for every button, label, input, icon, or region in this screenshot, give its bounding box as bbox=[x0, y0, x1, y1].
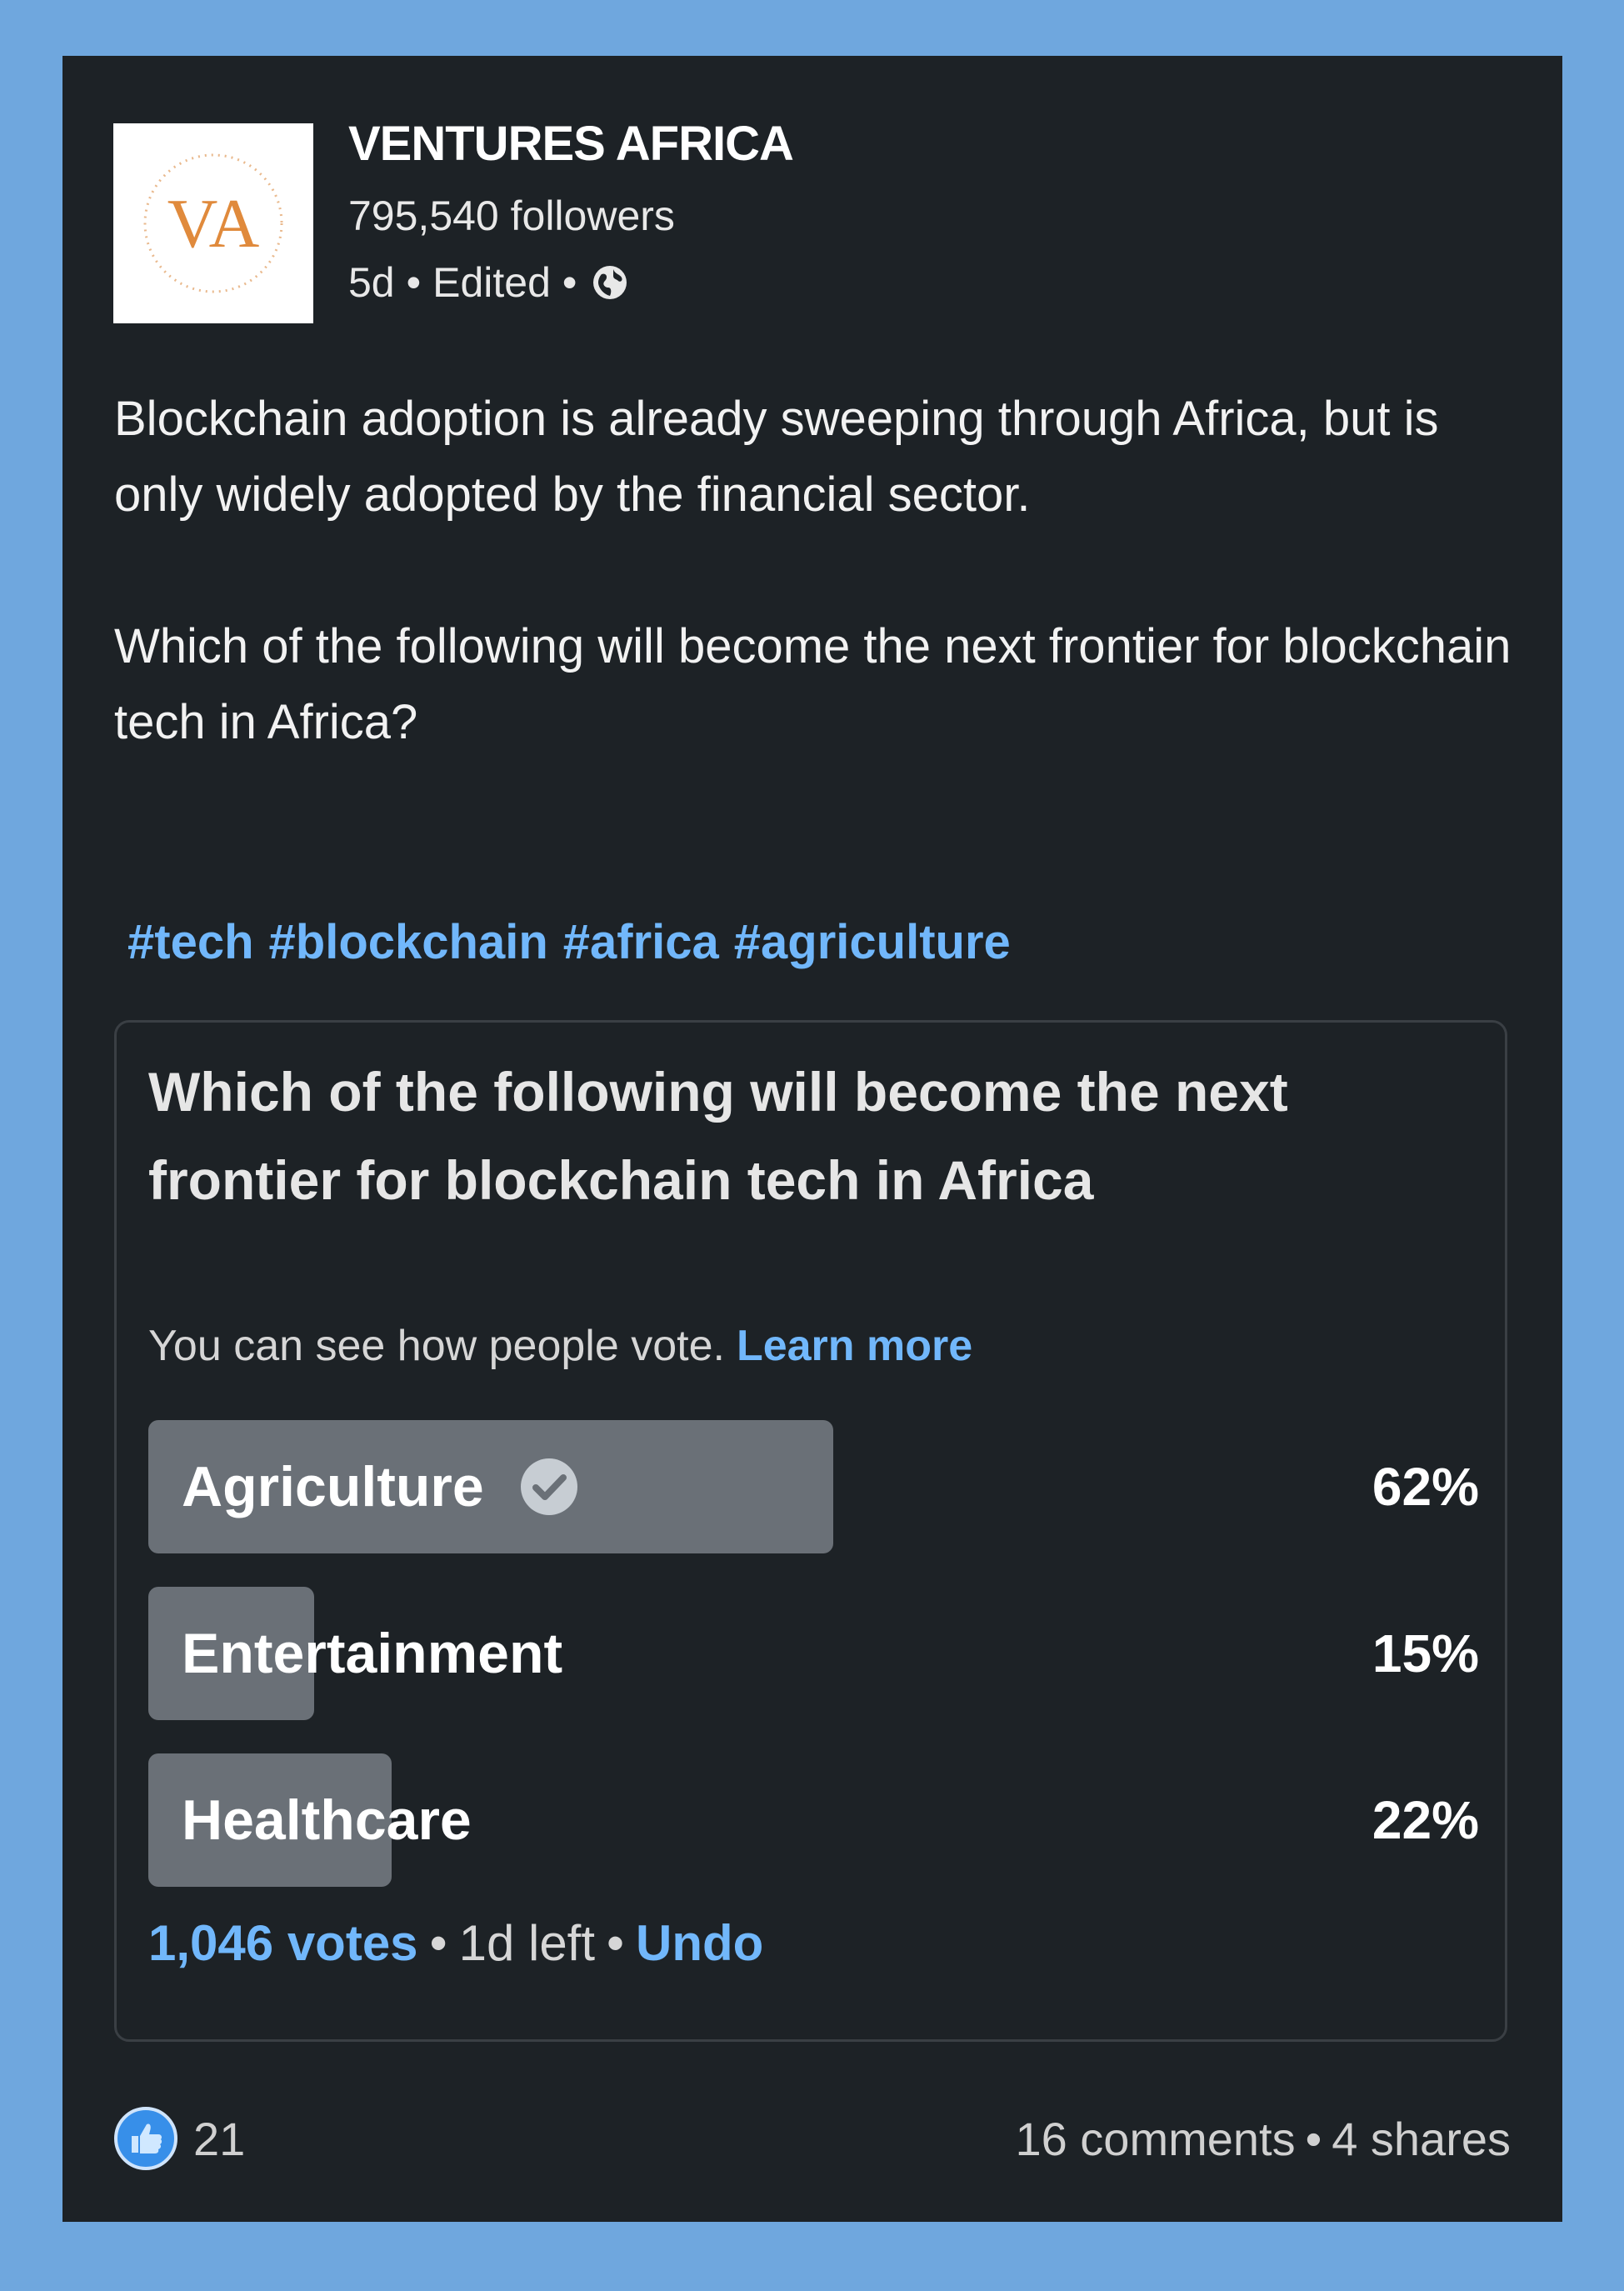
poll-option-label: Entertainment bbox=[182, 1622, 563, 1685]
globe-icon bbox=[593, 266, 627, 299]
poll-option-healthcare[interactable]: Healthcare 22% bbox=[148, 1753, 1479, 1887]
reaction-count: 21 bbox=[193, 2112, 246, 2165]
like-icon bbox=[114, 2107, 177, 2170]
poll-option-agriculture[interactable]: Agriculture 62% bbox=[148, 1420, 1479, 1553]
separator-dot: • bbox=[429, 1915, 447, 1971]
post-body: Blockchain adoption is already sweeping … bbox=[114, 381, 1531, 760]
vote-count-link[interactable]: 1,046 votes bbox=[148, 1915, 418, 1971]
post-paragraph: Blockchain adoption is already sweeping … bbox=[114, 392, 1439, 522]
post-card: VA VENTURES AFRICA 795,540 followers 5d … bbox=[62, 56, 1562, 2222]
poll-question: Which of the following will become the n… bbox=[148, 1061, 1288, 1211]
post-meta: 5d • Edited • bbox=[348, 258, 630, 307]
poll-option-label-wrap: Entertainment bbox=[182, 1587, 562, 1720]
hashtag-link[interactable]: #blockchain bbox=[269, 915, 548, 969]
separator-dot: • bbox=[1305, 2113, 1322, 2165]
reactions-summary[interactable]: 21 bbox=[113, 2106, 245, 2171]
poll-option-entertainment[interactable]: Entertainment 15% bbox=[148, 1587, 1479, 1720]
poll-footer: 1,046 votes • 1d left • Undo bbox=[148, 1914, 763, 1972]
post-age: 5d bbox=[348, 259, 395, 306]
svg-text:VA: VA bbox=[167, 185, 260, 263]
hashtag-link[interactable]: #africa bbox=[563, 915, 719, 969]
hashtag-link[interactable]: #agriculture bbox=[734, 915, 1011, 969]
ventures-africa-logo: VA bbox=[143, 153, 283, 293]
follower-count: 795,540 followers bbox=[348, 193, 675, 239]
shares-link[interactable]: 4 shares bbox=[1332, 2113, 1511, 2165]
hashtag-list: #tech #blockchain #africa #agriculture bbox=[127, 914, 1026, 970]
poll-option-percent: 22% bbox=[1372, 1790, 1479, 1850]
poll-option-label: Healthcare bbox=[182, 1788, 472, 1852]
separator-dot: • bbox=[607, 1915, 625, 1971]
poll-option-label: Agriculture bbox=[182, 1455, 484, 1518]
checkmark-icon bbox=[520, 1458, 577, 1515]
poll-card: Which of the following will become the n… bbox=[114, 1020, 1507, 2042]
post-paragraph: Which of the following will become the n… bbox=[114, 619, 1512, 749]
poll-option-label-wrap: Agriculture bbox=[182, 1420, 579, 1553]
poll-time-left: 1d left bbox=[458, 1915, 596, 1971]
poll-option-percent: 15% bbox=[1372, 1623, 1479, 1683]
poll-note-text: You can see how people vote. bbox=[148, 1322, 725, 1370]
company-logo[interactable]: VA bbox=[113, 123, 313, 323]
learn-more-link[interactable]: Learn more bbox=[737, 1322, 972, 1370]
engagement-summary: 16 comments • 4 shares bbox=[1015, 2112, 1511, 2166]
separator-dot: • bbox=[406, 259, 422, 306]
hashtag-link[interactable]: #tech bbox=[127, 915, 254, 969]
poll-visibility-note: You can see how people vote. Learn more bbox=[148, 1321, 972, 1371]
poll-option-label-wrap: Healthcare bbox=[182, 1753, 472, 1887]
separator-dot: • bbox=[562, 259, 577, 306]
undo-vote-link[interactable]: Undo bbox=[636, 1915, 763, 1971]
author-name[interactable]: VENTURES AFRICA bbox=[348, 116, 794, 172]
edited-label: Edited bbox=[432, 259, 551, 306]
poll-option-percent: 62% bbox=[1372, 1457, 1479, 1517]
comments-link[interactable]: 16 comments bbox=[1015, 2113, 1295, 2165]
